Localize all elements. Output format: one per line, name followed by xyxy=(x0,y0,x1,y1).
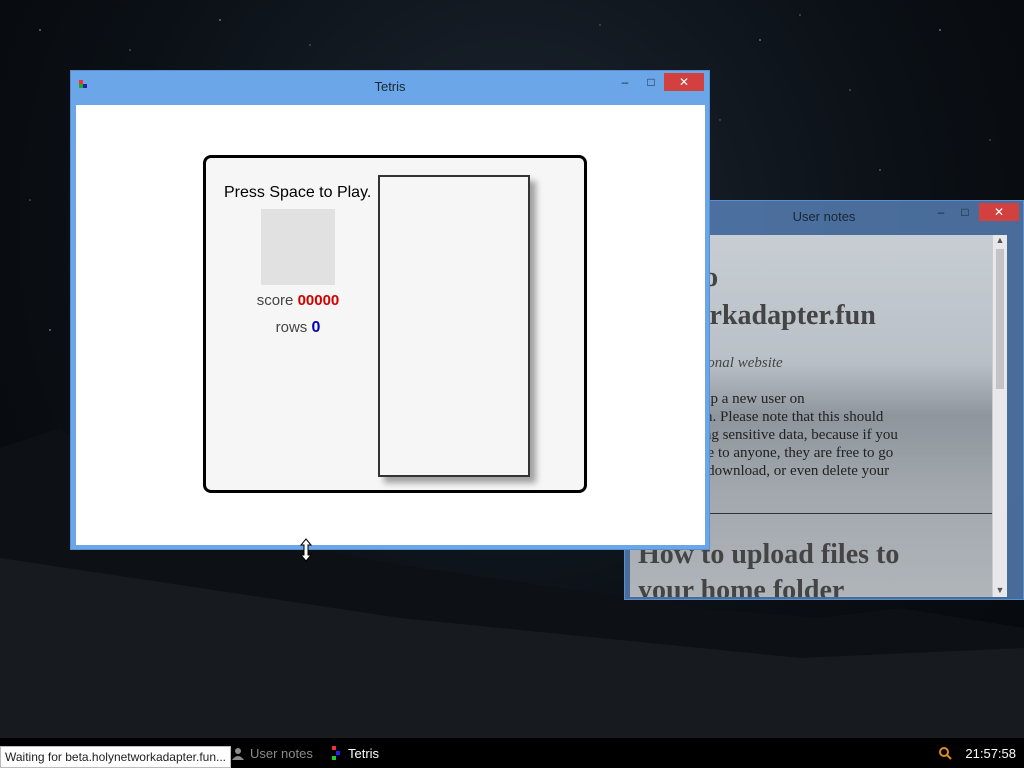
next-piece-preview xyxy=(261,209,335,285)
maximize-button[interactable]: □ xyxy=(637,73,665,91)
game-board[interactable] xyxy=(378,175,530,477)
game-frame: Press Space to Play. score 00000 rows 0 xyxy=(203,155,587,493)
rows-value: 0 xyxy=(311,319,321,336)
close-button[interactable]: ✕ xyxy=(979,203,1019,221)
scroll-down-icon[interactable]: ▼ xyxy=(993,585,1007,597)
maximize-button[interactable]: □ xyxy=(951,203,979,221)
score-value: 00000 xyxy=(297,292,340,309)
taskbar-item-label: User notes xyxy=(250,745,313,761)
rows-label: rows xyxy=(275,319,308,336)
close-button[interactable]: ✕ xyxy=(664,73,704,91)
rows-display: rows 0 xyxy=(206,319,390,337)
scroll-up-icon[interactable]: ▲ xyxy=(993,235,1007,247)
taskbar-item-label: Tetris xyxy=(348,745,380,761)
tetris-window[interactable]: Tetris – □ ✕ Press Space to Play. score … xyxy=(70,70,710,550)
tetris-icon xyxy=(332,746,340,760)
score-label: score xyxy=(256,292,294,309)
tetris-client-area: Press Space to Play. score 00000 rows 0 xyxy=(76,105,705,545)
tetris-app-icon xyxy=(79,80,87,88)
taskbar-item-user-notes[interactable]: User notes xyxy=(232,738,313,768)
vertical-scrollbar[interactable]: ▲ ▼ xyxy=(992,235,1007,597)
window-title: User notes xyxy=(792,208,856,224)
status-tooltip: Waiting for beta.holynetworkadapter.fun.… xyxy=(0,746,232,768)
search-icon[interactable] xyxy=(938,746,952,760)
clock: 21:57:58 xyxy=(965,745,1016,761)
score-display: score 00000 xyxy=(206,292,390,309)
taskbar-item-tetris[interactable]: Tetris xyxy=(332,738,379,768)
user-icon xyxy=(232,747,244,760)
resize-cursor-icon xyxy=(300,538,312,562)
minimize-button[interactable]: – xyxy=(611,73,639,91)
play-prompt: Press Space to Play. xyxy=(224,184,372,201)
scrollbar-thumb[interactable] xyxy=(996,249,1004,389)
window-title: Tetris xyxy=(374,78,406,94)
